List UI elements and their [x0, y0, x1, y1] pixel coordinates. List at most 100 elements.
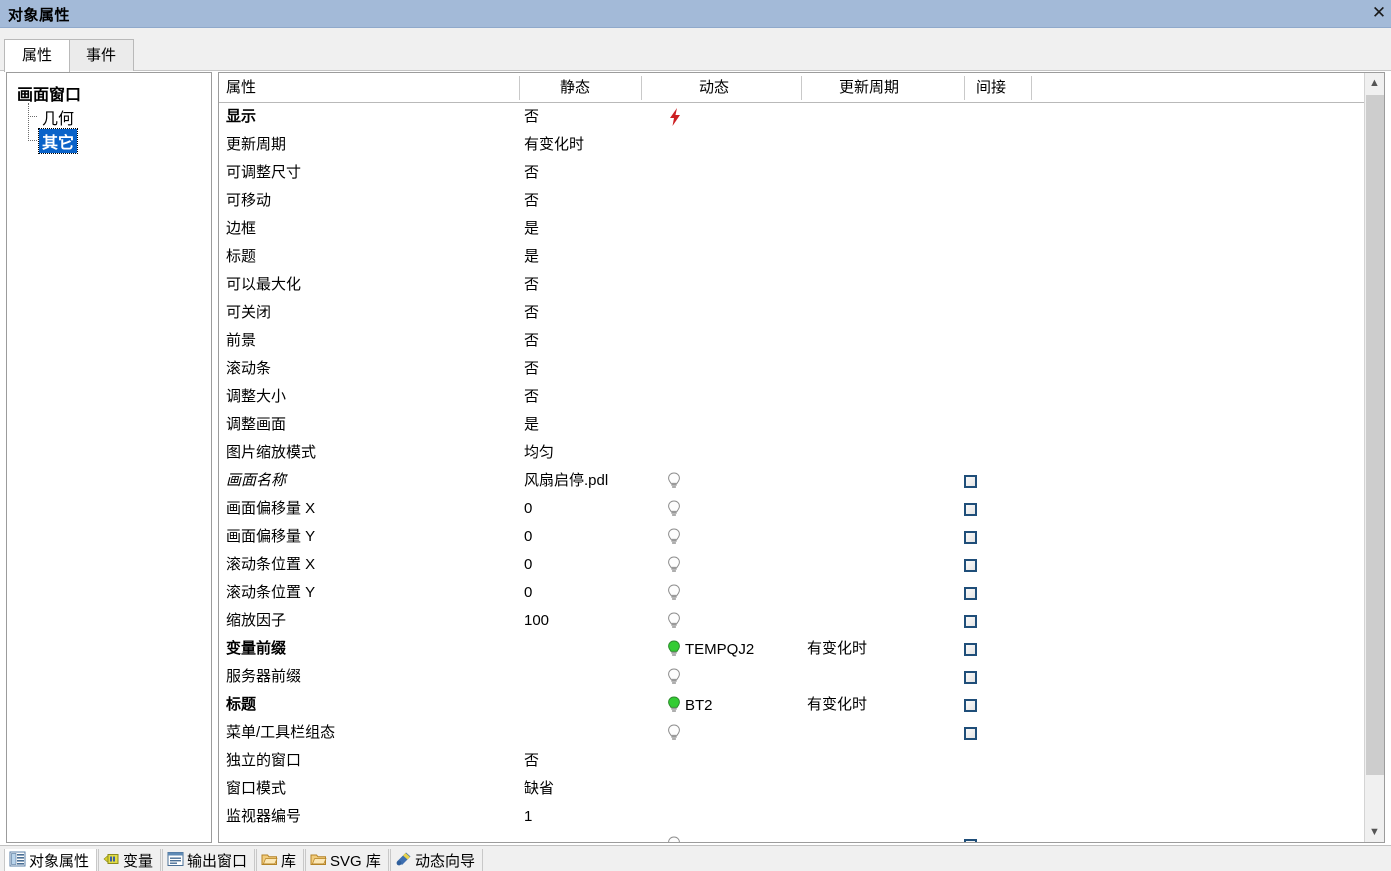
bulb-off-icon[interactable] [667, 556, 681, 573]
property-dynamic-value[interactable] [667, 719, 681, 747]
property-row[interactable] [219, 831, 1364, 842]
column-divider[interactable] [641, 76, 642, 100]
indirect-checkbox[interactable] [964, 530, 977, 544]
property-dynamic-value[interactable]: BT2 [667, 691, 713, 719]
indirect-checkbox[interactable] [964, 642, 977, 656]
property-row[interactable]: 调整大小 否 [219, 383, 1364, 411]
property-row[interactable]: 可关闭 否 [219, 299, 1364, 327]
chevron-down-icon[interactable]: ▼ [1365, 822, 1384, 842]
property-static-value[interactable]: 0 [524, 495, 532, 523]
lightning-bolt-icon[interactable] [667, 108, 683, 127]
property-static-value[interactable]: 有变化时 [524, 131, 584, 159]
property-static-value[interactable]: 0 [524, 551, 532, 579]
property-row[interactable]: 更新周期 有变化时 [219, 131, 1364, 159]
property-row[interactable]: 监视器编号 1 [219, 803, 1364, 831]
property-row[interactable]: 滚动条位置 X 0 [219, 551, 1364, 579]
tree-root-item[interactable]: 画面窗口 [17, 81, 81, 105]
indirect-checkbox[interactable] [964, 838, 977, 842]
property-row[interactable]: 滚动条 否 [219, 355, 1364, 383]
property-static-value[interactable]: 是 [524, 243, 539, 271]
property-update-period[interactable]: 有变化时 [807, 691, 867, 719]
property-dynamic-value[interactable] [667, 551, 681, 579]
column-header-indirect[interactable]: 间接 [976, 73, 1006, 102]
property-static-value[interactable]: 否 [524, 747, 539, 775]
column-divider[interactable] [519, 76, 520, 100]
bulb-off-icon[interactable] [667, 584, 681, 601]
property-row[interactable]: 滚动条位置 Y 0 [219, 579, 1364, 607]
property-update-period[interactable]: 有变化时 [807, 635, 867, 663]
indirect-checkbox[interactable] [964, 698, 977, 712]
indirect-checkbox[interactable] [964, 502, 977, 516]
property-row[interactable]: 菜单/工具栏组态 [219, 719, 1364, 747]
property-static-value[interactable]: 否 [524, 159, 539, 187]
property-dynamic-value[interactable] [667, 495, 681, 523]
column-divider[interactable] [801, 76, 802, 100]
property-row[interactable]: 图片缩放模式 均匀 [219, 439, 1364, 467]
property-static-value[interactable]: 否 [524, 271, 539, 299]
property-static-value[interactable]: 否 [524, 187, 539, 215]
property-dynamic-value[interactable] [667, 523, 681, 551]
column-header-property[interactable]: 属性 [226, 73, 256, 102]
property-row[interactable]: 独立的窗口 否 [219, 747, 1364, 775]
taskbar-item-output-window[interactable]: 输出窗口 [162, 849, 256, 871]
property-static-value[interactable]: 0 [524, 523, 532, 551]
tree-item-geometry[interactable]: 几何 [39, 105, 77, 129]
taskbar-item-dynamic-wizard[interactable]: 动态向导 [390, 849, 484, 871]
property-static-value[interactable]: 均匀 [524, 439, 554, 467]
property-static-value[interactable]: 否 [524, 355, 539, 383]
property-dynamic-value[interactable]: TEMPQJ2 [667, 635, 754, 663]
taskbar-item-object-properties[interactable]: 对象属性 [4, 849, 98, 871]
property-static-value[interactable]: 0 [524, 579, 532, 607]
taskbar-item-variable[interactable]: 变量 [98, 849, 162, 871]
indirect-checkbox[interactable] [964, 586, 977, 600]
indirect-checkbox[interactable] [964, 558, 977, 572]
indirect-checkbox[interactable] [964, 726, 977, 740]
indirect-checkbox[interactable] [964, 614, 977, 628]
indirect-checkbox[interactable] [964, 670, 977, 684]
property-row[interactable]: 服务器前缀 [219, 663, 1364, 691]
property-row[interactable]: 显示 否 [219, 103, 1364, 131]
property-static-value[interactable]: 1 [524, 803, 532, 831]
column-header-period[interactable]: 更新周期 [839, 73, 899, 102]
taskbar-item-svg-library[interactable]: SVG 库 [305, 849, 389, 871]
property-dynamic-value[interactable] [667, 103, 683, 131]
property-row[interactable]: 窗口模式 缺省 [219, 775, 1364, 803]
column-divider[interactable] [964, 76, 965, 100]
property-static-value[interactable]: 否 [524, 327, 539, 355]
bulb-off-icon[interactable] [667, 528, 681, 545]
property-row[interactable]: 边框 是 [219, 215, 1364, 243]
property-static-value[interactable]: 是 [524, 215, 539, 243]
column-header-dynamic[interactable]: 动态 [699, 73, 729, 102]
property-static-value[interactable]: 否 [524, 383, 539, 411]
indirect-checkbox[interactable] [964, 474, 977, 488]
tab-events[interactable]: 事件 [68, 39, 135, 71]
bulb-off-icon[interactable] [667, 472, 681, 489]
column-divider[interactable] [1031, 76, 1032, 100]
column-header-static[interactable]: 静态 [560, 73, 590, 102]
bulb-off-icon[interactable] [667, 612, 681, 629]
property-static-value[interactable]: 100 [524, 607, 549, 635]
property-row[interactable]: 调整画面 是 [219, 411, 1364, 439]
property-static-value[interactable]: 否 [524, 103, 539, 131]
property-row[interactable]: 缩放因子 100 [219, 607, 1364, 635]
tab-properties[interactable]: 属性 [4, 39, 71, 72]
property-row[interactable]: 标题 BT2 有变化时 [219, 691, 1364, 719]
property-static-value[interactable]: 缺省 [524, 775, 554, 803]
taskbar-item-library[interactable]: 库 [256, 849, 305, 871]
bulb-on-icon[interactable] [667, 640, 681, 657]
property-row[interactable]: 画面偏移量 Y 0 [219, 523, 1364, 551]
chevron-up-icon[interactable]: ▲ [1365, 73, 1384, 93]
property-dynamic-value[interactable] [667, 607, 681, 635]
property-row[interactable]: 画面偏移量 X 0 [219, 495, 1364, 523]
property-dynamic-value[interactable] [667, 831, 681, 842]
bulb-off-icon[interactable] [667, 500, 681, 517]
property-row[interactable]: 标题 是 [219, 243, 1364, 271]
property-dynamic-value[interactable] [667, 579, 681, 607]
tree-item-others[interactable]: 其它 [37, 128, 79, 154]
property-static-value[interactable]: 风扇启停.pdl [524, 467, 608, 495]
bulb-off-icon[interactable] [667, 724, 681, 741]
property-row[interactable]: 画面名称 风扇启停.pdl [219, 467, 1364, 495]
vertical-scrollbar[interactable]: ▲ ▼ [1364, 73, 1384, 842]
bulb-on-icon[interactable] [667, 696, 681, 713]
bulb-off-icon[interactable] [667, 668, 681, 685]
